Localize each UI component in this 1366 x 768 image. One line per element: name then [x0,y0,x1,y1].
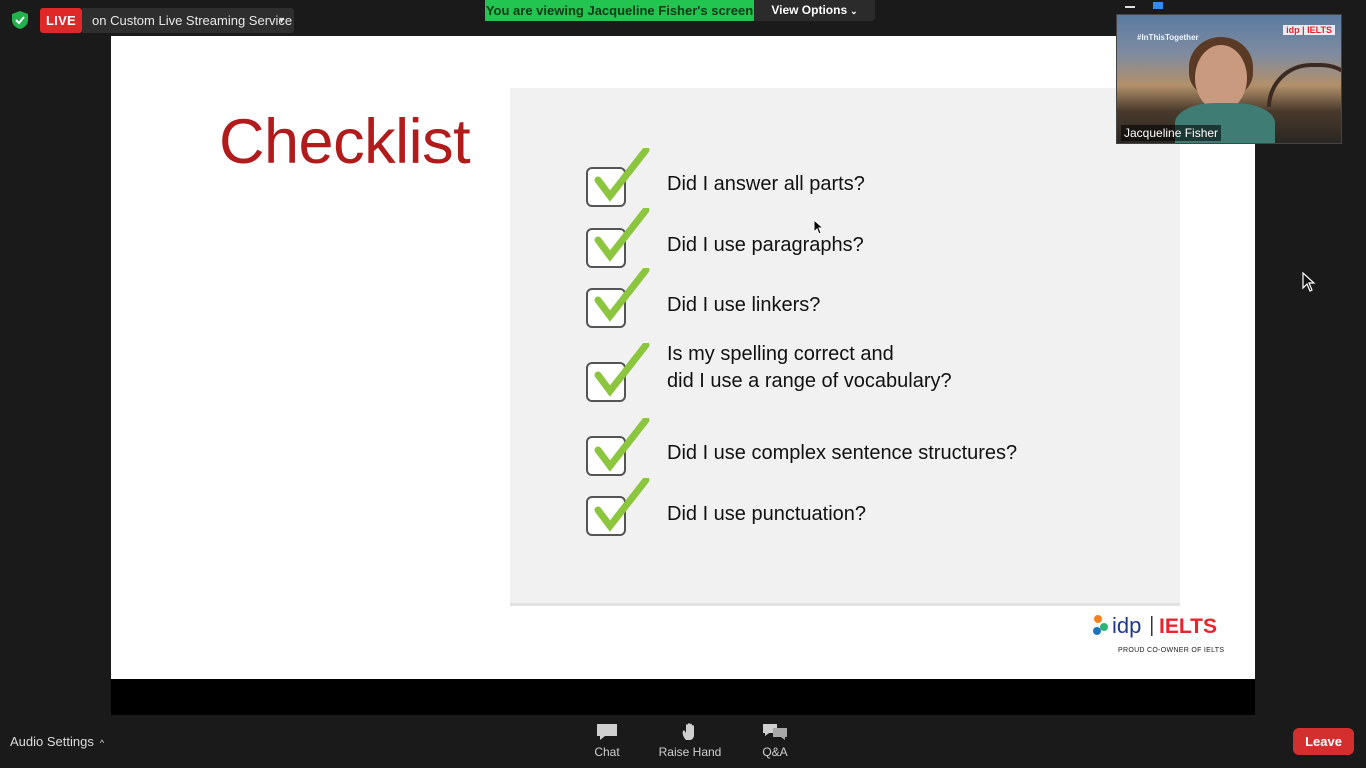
brand-tagline: PROUD CO-OWNER OF IELTS [1118,647,1225,654]
green-check-icon [594,418,650,472]
mouse-cursor-icon [1302,272,1316,292]
qa-label: Q&A [762,745,788,759]
video-hashtag: #InThisTogether [1137,33,1199,42]
idp-logo-text: idp [1112,613,1141,638]
chat-icon [597,724,617,740]
caret-down-icon: ▼ [277,15,286,25]
participant-face [1195,45,1247,111]
idp-ielts-logo: idp IELTS [1093,613,1217,638]
chat-button[interactable]: Chat [572,722,642,759]
ielts-logo-text: IELTS [1159,615,1217,638]
checklist-item-text: Is my spelling correct and [667,343,894,365]
leave-button[interactable]: Leave [1293,728,1354,755]
stream-target-dropdown[interactable]: on Custom Live Streaming Service ▼ [82,8,294,33]
slide-title: Checklist [219,107,471,177]
security-shield-icon[interactable] [10,10,30,30]
raise-hand-icon [682,723,694,740]
checklist-panel: Did I answer all parts? Did I use paragr… [510,88,1180,606]
live-badge[interactable]: LIVE [40,8,82,33]
slide-letterbox [111,679,1255,715]
qa-button[interactable]: Q&A [740,722,810,759]
green-check-icon [594,343,650,397]
viewing-screen-banner: You are viewing Jacqueline Fisher's scre… [485,0,754,21]
checklist-item-text: Did I use linkers? [667,294,821,316]
view-options-label: View Options [771,3,848,17]
raise-hand-label: Raise Hand [658,745,722,759]
chevron-down-icon: ⌄ [850,6,858,16]
video-window-topbar [1116,0,1342,14]
green-check-icon [594,208,650,262]
audio-settings-label: Audio Settings [10,734,94,749]
slide-cursor-icon [813,219,825,235]
green-check-icon [594,478,650,532]
view-options-button[interactable]: View Options ⌄ [754,0,875,21]
shared-screen-slide: Checklist Did I answer all parts? Did I … [111,36,1255,679]
audio-settings-button[interactable]: Audio Settings ^ [10,734,104,749]
stream-target-label: on Custom Live Streaming Service [92,13,293,28]
chat-label: Chat [594,745,620,759]
harbour-bridge-graphic [1267,63,1341,107]
checklist-item-text: Did I use complex sentence structures? [667,442,1018,464]
checklist-item-text: Did I answer all parts? [667,173,865,195]
participant-name-label: Jacqueline Fisher [1121,125,1222,141]
raise-hand-button[interactable]: Raise Hand [655,722,725,759]
checklist-item-text-line2: did I use a range of vocabulary? [667,370,952,392]
chevron-up-icon: ^ [99,738,105,748]
participant-video[interactable]: #InThisTogether idp | IELTS Jacqueline F… [1116,14,1342,144]
checklist-item-text: Did I use punctuation? [667,503,867,525]
green-check-icon [594,148,650,202]
green-check-icon [594,268,650,322]
maximize-video-icon[interactable] [1153,2,1163,9]
minimize-video-icon[interactable] [1125,6,1135,8]
qa-icon [763,724,787,740]
video-brand-logo: idp | IELTS [1283,25,1335,35]
checklist-item-text: Did I use paragraphs? [667,234,864,256]
